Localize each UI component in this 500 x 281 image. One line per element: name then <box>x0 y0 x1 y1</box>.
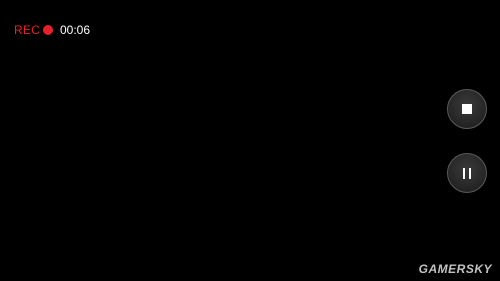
recording-indicator: REC <box>14 22 53 38</box>
recording-dot-icon <box>42 25 53 35</box>
rec-label: REC <box>14 23 40 37</box>
recording-timer: 00:06 <box>60 23 91 37</box>
camera-viewfinder: REC 00:06 GAMERSKY <box>0 0 500 281</box>
pause-icon <box>463 167 471 179</box>
watermark-logo: GAMERSKY <box>418 262 492 276</box>
pause-button[interactable] <box>447 153 487 193</box>
pause-bar-left <box>463 167 465 179</box>
stop-button[interactable] <box>447 89 487 129</box>
stop-icon <box>462 104 472 114</box>
pause-bar-right <box>469 167 471 179</box>
